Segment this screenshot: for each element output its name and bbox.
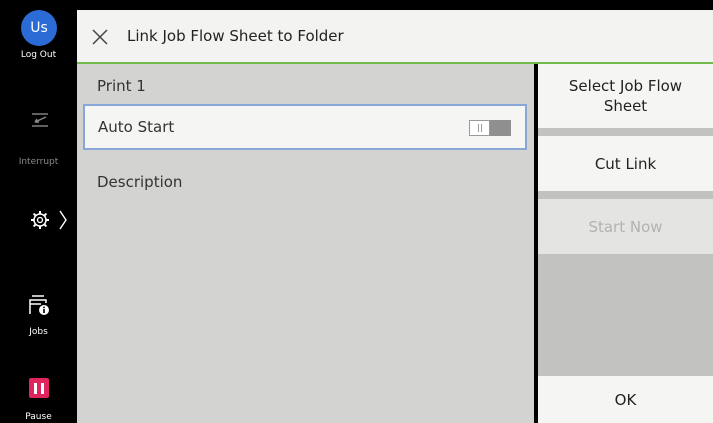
select-job-flow-sheet-button[interactable]: Select Job Flow Sheet (538, 64, 713, 128)
interrupt-label[interactable]: Interrupt (0, 157, 77, 167)
cut-link-button[interactable]: Cut Link (538, 136, 713, 191)
settings-panel: Print 1 Auto Start Description (77, 64, 534, 423)
pause-icon[interactable] (29, 378, 49, 398)
jobs-label[interactable]: Jobs (0, 327, 77, 337)
left-sidebar: Us Log Out Interrupt Jobs Pause (0, 0, 77, 423)
avatar[interactable]: Us (21, 10, 57, 46)
start-now-button: Start Now (538, 199, 713, 254)
description-label: Description (97, 173, 183, 191)
action-column: Select Job Flow Sheet Cut Link Start Now… (538, 64, 713, 423)
header-bar: Link Job Flow Sheet to Folder (77, 10, 713, 64)
auto-start-row[interactable]: Auto Start (83, 104, 527, 150)
list-item-print-1: Print 1 (77, 66, 534, 106)
interrupt-icon[interactable] (31, 112, 49, 128)
chevron-right-icon[interactable] (58, 210, 68, 230)
ok-button[interactable]: OK (538, 376, 713, 423)
gear-icon[interactable] (30, 210, 50, 230)
jobs-info-icon[interactable] (29, 294, 51, 316)
page-title: Link Job Flow Sheet to Folder (127, 27, 344, 45)
auto-start-toggle[interactable] (469, 120, 511, 136)
print-1-label: Print 1 (97, 77, 146, 95)
pause-label[interactable]: Pause (0, 412, 77, 422)
close-icon[interactable] (91, 28, 109, 46)
auto-start-label: Auto Start (98, 118, 175, 136)
logout-button[interactable]: Log Out (0, 50, 77, 60)
description-row[interactable]: Description (77, 162, 534, 202)
